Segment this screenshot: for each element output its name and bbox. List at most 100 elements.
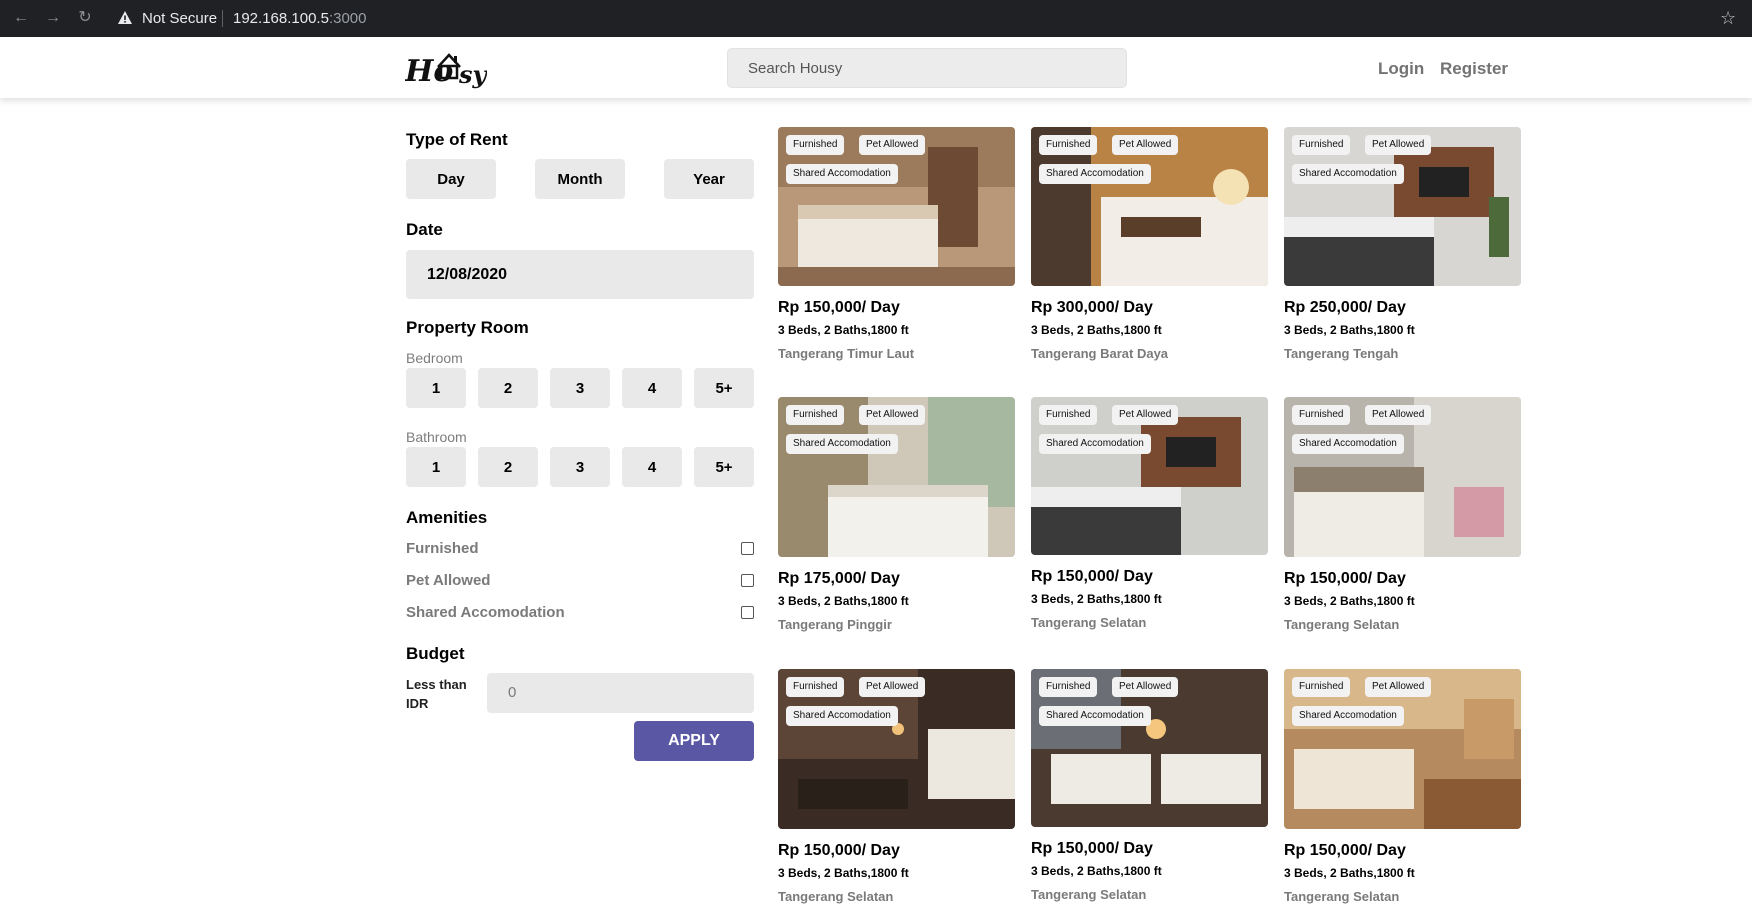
tag-shared-accomodation: Shared Accomodation xyxy=(1039,706,1151,726)
tag-pet-allowed: Pet Allowed xyxy=(1365,405,1432,425)
browser-toolbar: ← → ↻ Not Secure 192.168.100.5:3000 ☆ xyxy=(0,0,1752,37)
date-heading: Date xyxy=(406,220,443,239)
listing-card[interactable]: Furnished Pet Allowed Shared Accomodatio… xyxy=(778,127,1015,362)
listing-specs: 3 Beds, 2 Baths,1800 ft xyxy=(778,866,909,880)
bathroom-label: Bathroom xyxy=(406,429,467,445)
listing-location: Tangerang Tengah xyxy=(1284,346,1399,361)
amenities-heading: Amenities xyxy=(406,508,488,527)
tag-pet-allowed: Pet Allowed xyxy=(1112,135,1179,155)
listing-price: Rp 150,000/ Day xyxy=(1031,568,1153,585)
forward-arrow-icon[interactable]: → xyxy=(44,9,62,27)
tag-shared-accomodation: Shared Accomodation xyxy=(1292,434,1404,454)
budget-heading: Budget xyxy=(406,644,465,663)
listing-photo: Furnished Pet Allowed Shared Accomodatio… xyxy=(1284,669,1521,829)
amenity-shared-label: Shared Accomodation xyxy=(406,604,565,621)
listing-price: Rp 150,000/ Day xyxy=(778,842,900,859)
listing-photo: Furnished Pet Allowed Shared Accomodatio… xyxy=(1284,127,1521,286)
listing-location: Tangerang Selatan xyxy=(1031,615,1147,630)
listing-photo: Furnished Pet Allowed Shared Accomodatio… xyxy=(1284,397,1521,557)
site-header: Ho sy Login Register xyxy=(0,37,1752,98)
listing-location: Tangerang Timur Laut xyxy=(778,346,915,361)
amenity-furnished-label: Furnished xyxy=(406,540,479,557)
listing-location: Tangerang Selatan xyxy=(1284,617,1400,632)
tag-furnished: Furnished xyxy=(1039,135,1098,155)
listing-photo: Furnished Pet Allowed Shared Accomodatio… xyxy=(1031,127,1268,286)
listing-price: Rp 150,000/ Day xyxy=(778,299,900,316)
listing-photo: Furnished Pet Allowed Shared Accomodatio… xyxy=(778,127,1015,286)
rent-type-year-button[interactable]: Year xyxy=(664,159,754,199)
login-link[interactable]: Login xyxy=(1378,59,1424,79)
listing-card[interactable]: Furnished Pet Allowed Shared Accomodatio… xyxy=(778,397,1015,633)
listing-card[interactable]: Furnished Pet Allowed Shared Accomodatio… xyxy=(1284,397,1521,633)
listing-location: Tangerang Barat Daya xyxy=(1031,346,1169,361)
bathroom-option-1[interactable]: 1 xyxy=(406,447,466,487)
tag-pet-allowed: Pet Allowed xyxy=(1365,135,1432,155)
tag-pet-allowed: Pet Allowed xyxy=(1112,677,1179,697)
listing-specs: 3 Beds, 2 Baths,1800 ft xyxy=(1031,864,1162,878)
listing-price: Rp 175,000/ Day xyxy=(778,570,900,587)
listing-card[interactable]: Furnished Pet Allowed Shared Accomodatio… xyxy=(1031,669,1268,903)
tag-shared-accomodation: Shared Accomodation xyxy=(1039,164,1151,184)
listing-price: Rp 150,000/ Day xyxy=(1284,570,1406,587)
amenity-pet-allowed-checkbox[interactable] xyxy=(741,574,754,587)
bathroom-option-3[interactable]: 3 xyxy=(550,447,610,487)
listing-price: Rp 150,000/ Day xyxy=(1031,840,1153,857)
tag-furnished: Furnished xyxy=(1039,405,1098,425)
date-input[interactable]: 12/08/2020 xyxy=(406,250,754,299)
listing-location: Tangerang Pinggir xyxy=(778,617,892,632)
listing-card[interactable]: Furnished Pet Allowed Shared Accomodatio… xyxy=(1284,127,1521,362)
listing-specs: 3 Beds, 2 Baths,1800 ft xyxy=(1031,323,1162,337)
budget-label: Less than IDR xyxy=(406,675,467,713)
property-room-heading: Property Room xyxy=(406,318,529,337)
search-input[interactable] xyxy=(727,48,1127,88)
bathroom-option-5plus[interactable]: 5+ xyxy=(694,447,754,487)
apply-button[interactable]: APPLY xyxy=(634,721,754,761)
listing-specs: 3 Beds, 2 Baths,1800 ft xyxy=(778,323,909,337)
budget-input[interactable]: 0 xyxy=(487,673,754,713)
listing-card[interactable]: Furnished Pet Allowed Shared Accomodatio… xyxy=(1284,669,1521,905)
warning-icon xyxy=(118,11,132,24)
bathroom-option-4[interactable]: 4 xyxy=(622,447,682,487)
bedroom-option-5plus[interactable]: 5+ xyxy=(694,368,754,408)
listing-photo: Furnished Pet Allowed Shared Accomodatio… xyxy=(1031,669,1268,827)
tag-pet-allowed: Pet Allowed xyxy=(859,677,926,697)
tag-pet-allowed: Pet Allowed xyxy=(1365,677,1432,697)
listing-specs: 3 Beds, 2 Baths,1800 ft xyxy=(1284,866,1415,880)
listing-photo: Furnished Pet Allowed Shared Accomodatio… xyxy=(778,397,1015,557)
budget-label-line1: Less than xyxy=(406,677,467,692)
tag-furnished: Furnished xyxy=(786,405,845,425)
security-status[interactable]: Not Secure xyxy=(142,10,217,27)
listing-specs: 3 Beds, 2 Baths,1800 ft xyxy=(1031,592,1162,606)
rent-type-day-button[interactable]: Day xyxy=(406,159,496,199)
bathroom-option-2[interactable]: 2 xyxy=(478,447,538,487)
bedroom-option-4[interactable]: 4 xyxy=(622,368,682,408)
tag-pet-allowed: Pet Allowed xyxy=(859,135,926,155)
listing-card[interactable]: Furnished Pet Allowed Shared Accomodatio… xyxy=(1031,397,1268,631)
reload-icon[interactable]: ↻ xyxy=(76,9,94,27)
tag-furnished: Furnished xyxy=(1292,135,1351,155)
tag-shared-accomodation: Shared Accomodation xyxy=(786,706,898,726)
tag-furnished: Furnished xyxy=(1039,677,1098,697)
tag-shared-accomodation: Shared Accomodation xyxy=(1292,164,1404,184)
bookmark-star-icon[interactable]: ☆ xyxy=(1720,8,1736,28)
address-divider xyxy=(222,10,223,27)
rent-type-month-button[interactable]: Month xyxy=(535,159,625,199)
tag-shared-accomodation: Shared Accomodation xyxy=(1292,706,1404,726)
bedroom-label: Bedroom xyxy=(406,350,463,366)
listing-price: Rp 250,000/ Day xyxy=(1284,299,1406,316)
listing-card[interactable]: Furnished Pet Allowed Shared Accomodatio… xyxy=(778,669,1015,905)
bedroom-option-3[interactable]: 3 xyxy=(550,368,610,408)
tag-furnished: Furnished xyxy=(1292,677,1351,697)
housy-logo[interactable]: Ho sy xyxy=(405,45,487,89)
tag-shared-accomodation: Shared Accomodation xyxy=(786,164,898,184)
url-text[interactable]: 192.168.100.5:3000 xyxy=(233,10,366,27)
register-link[interactable]: Register xyxy=(1440,59,1508,79)
amenity-furnished-checkbox[interactable] xyxy=(741,542,754,555)
bedroom-option-1[interactable]: 1 xyxy=(406,368,466,408)
listing-card[interactable]: Furnished Pet Allowed Shared Accomodatio… xyxy=(1031,127,1268,362)
bedroom-option-2[interactable]: 2 xyxy=(478,368,538,408)
url-host: 192.168.100.5 xyxy=(233,10,329,27)
back-arrow-icon[interactable]: ← xyxy=(12,9,30,27)
amenity-shared-checkbox[interactable] xyxy=(741,606,754,619)
listing-location: Tangerang Selatan xyxy=(1284,889,1400,904)
